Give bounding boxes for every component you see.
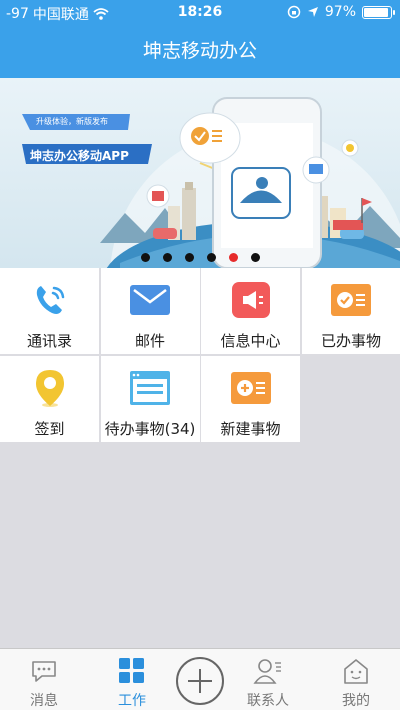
carousel-dot[interactable]: [228, 253, 238, 262]
banner-tagline: 升级体验，新版发布: [36, 117, 108, 126]
location-pin-icon: [29, 370, 71, 407]
tab-bar: 消息 工作 联系人 我的: [0, 648, 400, 710]
grid-item-label: 签到: [34, 420, 65, 438]
grid-item-label: 新建事物: [220, 420, 281, 438]
rotation-lock-icon: [287, 5, 301, 19]
tab-label: 我的: [342, 693, 370, 709]
grid-item-location-pin[interactable]: 签到: [0, 356, 99, 442]
done-list-icon: [330, 282, 372, 318]
header: -97 中国联通 18:26 97% 坤志移动办公: [0, 0, 400, 78]
plus-icon[interactable]: [176, 657, 224, 705]
grid-item-done-list[interactable]: 已办事物: [301, 268, 400, 354]
page-title: 坤志移动办公: [142, 40, 257, 62]
tab-contacts[interactable]: 联系人: [228, 649, 308, 710]
house-face-icon: [341, 657, 371, 685]
battery-percent: 97%: [324, 4, 356, 20]
mail-icon: [129, 282, 171, 318]
grid-item-mail[interactable]: 邮件: [100, 268, 200, 354]
battery-icon: [362, 5, 395, 19]
tab-label: 消息: [30, 693, 58, 709]
grid-item-label: 待办事物(34): [104, 420, 196, 438]
phone-icon: [29, 282, 71, 318]
banner-illustration: [22, 97, 400, 268]
carousel-dot[interactable]: [206, 253, 216, 262]
carousel-dot[interactable]: [140, 253, 150, 262]
carousel-dot[interactable]: [184, 253, 194, 262]
todo-window-icon: [129, 370, 171, 406]
banner-carousel[interactable]: 升级体验，新版发布 坤志办公移动APP: [0, 78, 400, 268]
carousel-dot[interactable]: [162, 253, 172, 262]
status-bar: -97 中国联通 18:26 97%: [0, 0, 400, 26]
tab-messages[interactable]: 消息: [4, 649, 84, 710]
banner-headline: 坤志办公移动APP: [30, 149, 129, 163]
grid-icon: [117, 657, 147, 685]
grid-item-label: 信息中心: [220, 332, 281, 350]
grid-item-label: 邮件: [134, 332, 165, 350]
grid-item-label: 已办事物: [320, 332, 381, 350]
megaphone-icon: [230, 282, 272, 318]
chat-bubble-icon: [29, 657, 59, 685]
grid-item-new-item[interactable]: 新建事物: [201, 356, 300, 442]
tab-label: 联系人: [247, 693, 289, 709]
grid-item-todo-window[interactable]: 待办事物(34): [100, 356, 200, 442]
grid-item-phone[interactable]: 通讯录: [0, 268, 99, 354]
contacts-icon: [253, 657, 283, 685]
grid-item-label: 通讯录: [26, 332, 72, 350]
carousel-indicator[interactable]: [0, 253, 400, 262]
tab-work[interactable]: 工作: [92, 649, 172, 710]
location-arrow-icon: [307, 7, 318, 17]
tab-me[interactable]: 我的: [316, 649, 396, 710]
carousel-dot[interactable]: [250, 253, 260, 262]
new-item-icon: [230, 370, 272, 406]
grid-item-megaphone[interactable]: 信息中心: [201, 268, 300, 354]
tab-label: 工作: [118, 693, 146, 709]
